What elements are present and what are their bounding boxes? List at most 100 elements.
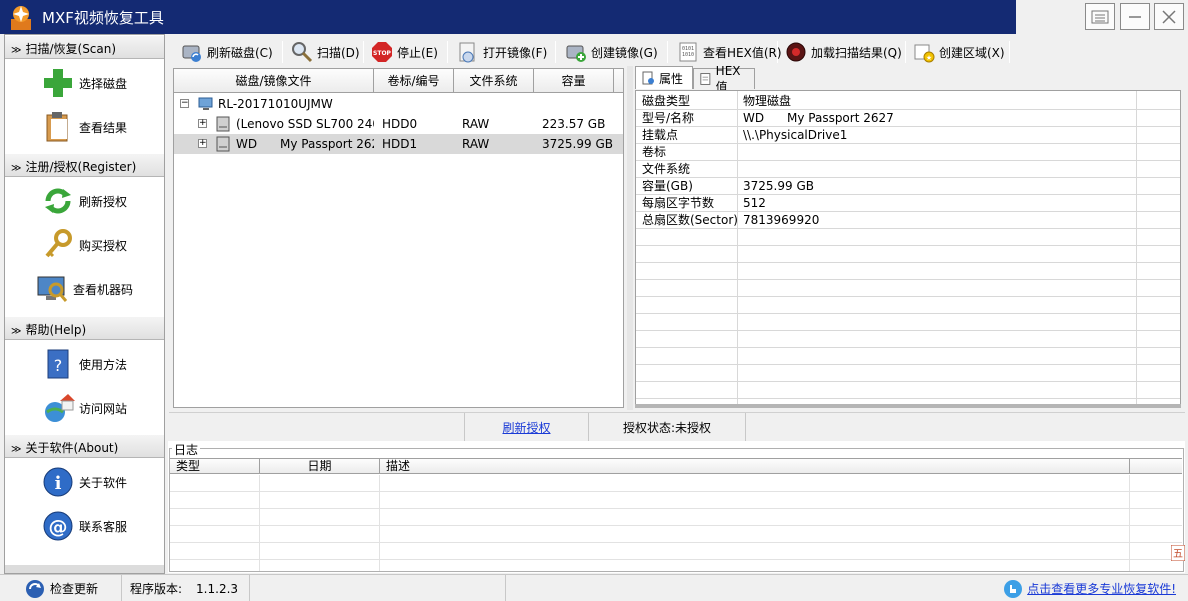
email-at-icon: @ xyxy=(43,511,73,541)
log-panel: 日志 类型 日期 描述 五 xyxy=(168,441,1185,573)
log-column-date[interactable]: 日期 xyxy=(260,459,380,474)
stop-sign-icon: STOP xyxy=(372,42,392,62)
refresh-license-button[interactable]: 刷新授权 xyxy=(5,181,164,221)
view-results-button[interactable]: 查看结果 xyxy=(5,107,164,147)
section-about-header[interactable]: ≫ 关于软件(About) xyxy=(5,434,164,458)
property-row[interactable]: 每扇区字节数 512 xyxy=(636,195,1180,212)
pane-splitter[interactable] xyxy=(627,66,633,410)
minimize-icon xyxy=(1129,15,1141,18)
load-results-icon xyxy=(786,42,806,62)
log-column-description[interactable]: 描述 xyxy=(380,459,1130,474)
clipboard-icon xyxy=(46,112,68,142)
help-book-icon: ? xyxy=(47,349,69,379)
open-image-button[interactable]: 打开镜像(F) xyxy=(457,38,547,66)
chevron-down-icon: ≫ xyxy=(11,444,22,455)
globe-home-icon xyxy=(45,394,75,422)
property-row[interactable]: 卷标 xyxy=(636,144,1180,161)
more-software-link[interactable]: 点击查看更多专业恢复软件! xyxy=(1027,576,1176,601)
property-row-empty xyxy=(636,314,1180,331)
column-label[interactable]: 卷标/编号 xyxy=(374,69,454,93)
section-help-header[interactable]: ≫ 帮助(Help) xyxy=(5,316,164,340)
column-disk-file[interactable]: 磁盘/镜像文件 xyxy=(174,69,374,93)
refresh-license-link[interactable]: 刷新授权 xyxy=(502,421,550,435)
log-column-type[interactable]: 类型 xyxy=(170,459,260,474)
log-row-line xyxy=(170,559,1182,560)
close-button[interactable] xyxy=(1154,3,1184,30)
collapse-toggle[interactable]: − xyxy=(180,99,189,108)
toolbar-separator xyxy=(667,41,668,63)
log-row-line xyxy=(170,508,1182,509)
log-row-line xyxy=(170,491,1182,492)
scan-button[interactable]: 扫描(D) xyxy=(291,38,360,66)
create-region-button[interactable]: ★ 创建区域(X) xyxy=(913,38,1005,66)
load-scan-results-button[interactable]: 加载扫描结果(Q) xyxy=(785,38,902,66)
app-icon xyxy=(11,6,31,30)
menu-button[interactable] xyxy=(1085,3,1115,30)
view-machine-code-button[interactable]: 查看机器码 xyxy=(5,269,164,309)
property-row-empty xyxy=(636,229,1180,246)
pointer-hand-icon xyxy=(1004,579,1023,598)
svg-text:1010: 1010 xyxy=(682,52,694,58)
property-row[interactable]: 总扇区数(Sector) 7813969920 xyxy=(636,212,1180,229)
toolbar-separator xyxy=(905,41,906,63)
table-row[interactable]: + (Lenovo SSD SL700 240G HDD0 RAW 223.57… xyxy=(174,114,623,134)
property-row-empty xyxy=(636,246,1180,263)
column-filesystem[interactable]: 文件系统 xyxy=(454,69,534,93)
create-disk-icon xyxy=(566,45,586,62)
svg-text:i: i xyxy=(55,473,62,494)
property-row-empty xyxy=(636,331,1180,348)
contact-support-button[interactable]: @ 联系客服 xyxy=(5,506,164,546)
disk-filesystem: RAW xyxy=(462,117,490,131)
table-row-selected[interactable]: + WD My Passport 2627 HDD1 RAW 3725.99 G… xyxy=(174,134,623,154)
log-row-line xyxy=(170,525,1182,526)
window-title: MXF视频恢复工具 xyxy=(42,9,164,27)
column-capacity[interactable]: 容量 xyxy=(534,69,614,93)
horizontal-scrollbar[interactable] xyxy=(635,404,1181,408)
section-register-header[interactable]: ≫ 注册/授权(Register) xyxy=(5,153,164,177)
toolbar-separator xyxy=(447,41,448,63)
toolbar: 刷新磁盘(C) 扫描(D) STOP 停止(E) 打开镜像(F) 创建镜像(G)… xyxy=(171,38,1183,66)
create-image-button[interactable]: 创建镜像(G) xyxy=(565,38,658,66)
create-region-icon: ★ xyxy=(914,44,935,63)
buy-license-button[interactable]: 购买授权 xyxy=(5,225,164,265)
toolbar-separator xyxy=(363,41,364,63)
check-update-button[interactable]: 检查更新 xyxy=(0,575,122,601)
tab-properties[interactable]: 属性 xyxy=(635,66,693,89)
minimize-button[interactable] xyxy=(1120,3,1150,30)
expand-toggle[interactable]: + xyxy=(198,119,207,128)
svg-text:?: ? xyxy=(54,356,63,375)
refresh-license-link-cell: 刷新授权 xyxy=(464,413,588,443)
input-method-icon[interactable]: 五 xyxy=(1171,545,1185,561)
property-row-empty xyxy=(636,348,1180,365)
chevron-down-icon: ≫ xyxy=(11,163,22,174)
close-icon xyxy=(1162,9,1176,24)
property-row[interactable]: 挂载点 \\.\PhysicalDrive1 xyxy=(636,127,1180,144)
property-row[interactable]: 型号/名称 WD My Passport 2627 xyxy=(636,110,1180,127)
property-row[interactable]: 磁盘类型 物理磁盘 xyxy=(636,93,1180,110)
tab-hex[interactable]: HEX值 xyxy=(693,64,755,94)
update-icon xyxy=(26,579,44,598)
hex-document-icon: 01011010 xyxy=(679,42,697,62)
view-hex-button[interactable]: 0101 1010 查看HEX值(R) xyxy=(677,38,782,66)
stop-button[interactable]: STOP 停止(E) xyxy=(371,38,438,66)
property-row[interactable]: 容量(GB) 3725.99 GB xyxy=(636,178,1180,195)
log-divider xyxy=(1129,475,1130,571)
plus-icon xyxy=(44,69,72,97)
promo-cell: 点击查看更多专业恢复软件! xyxy=(506,575,1188,601)
toolbar-separator xyxy=(777,41,778,63)
select-disk-button[interactable]: 选择磁盘 xyxy=(5,63,164,103)
section-scan-header[interactable]: ≫ 扫描/恢复(Scan) xyxy=(5,35,164,59)
license-status: 授权状态:未授权 xyxy=(588,413,746,443)
tree-root-row[interactable]: − RL-20171010UJMW xyxy=(174,94,623,114)
property-row-empty xyxy=(636,365,1180,382)
refresh-disk-button[interactable]: 刷新磁盘(C) xyxy=(181,38,273,66)
log-divider xyxy=(259,475,260,571)
svg-text:★: ★ xyxy=(926,54,932,62)
visit-website-button[interactable]: 访问网站 xyxy=(5,388,164,428)
disk-table-header: 磁盘/镜像文件 卷标/编号 文件系统 容量 xyxy=(174,69,623,93)
toolbar-separator xyxy=(282,41,283,63)
usage-guide-button[interactable]: ? 使用方法 xyxy=(5,344,164,384)
expand-toggle[interactable]: + xyxy=(198,139,207,148)
about-software-button[interactable]: i 关于软件 xyxy=(5,462,164,502)
property-row[interactable]: 文件系统 xyxy=(636,161,1180,178)
